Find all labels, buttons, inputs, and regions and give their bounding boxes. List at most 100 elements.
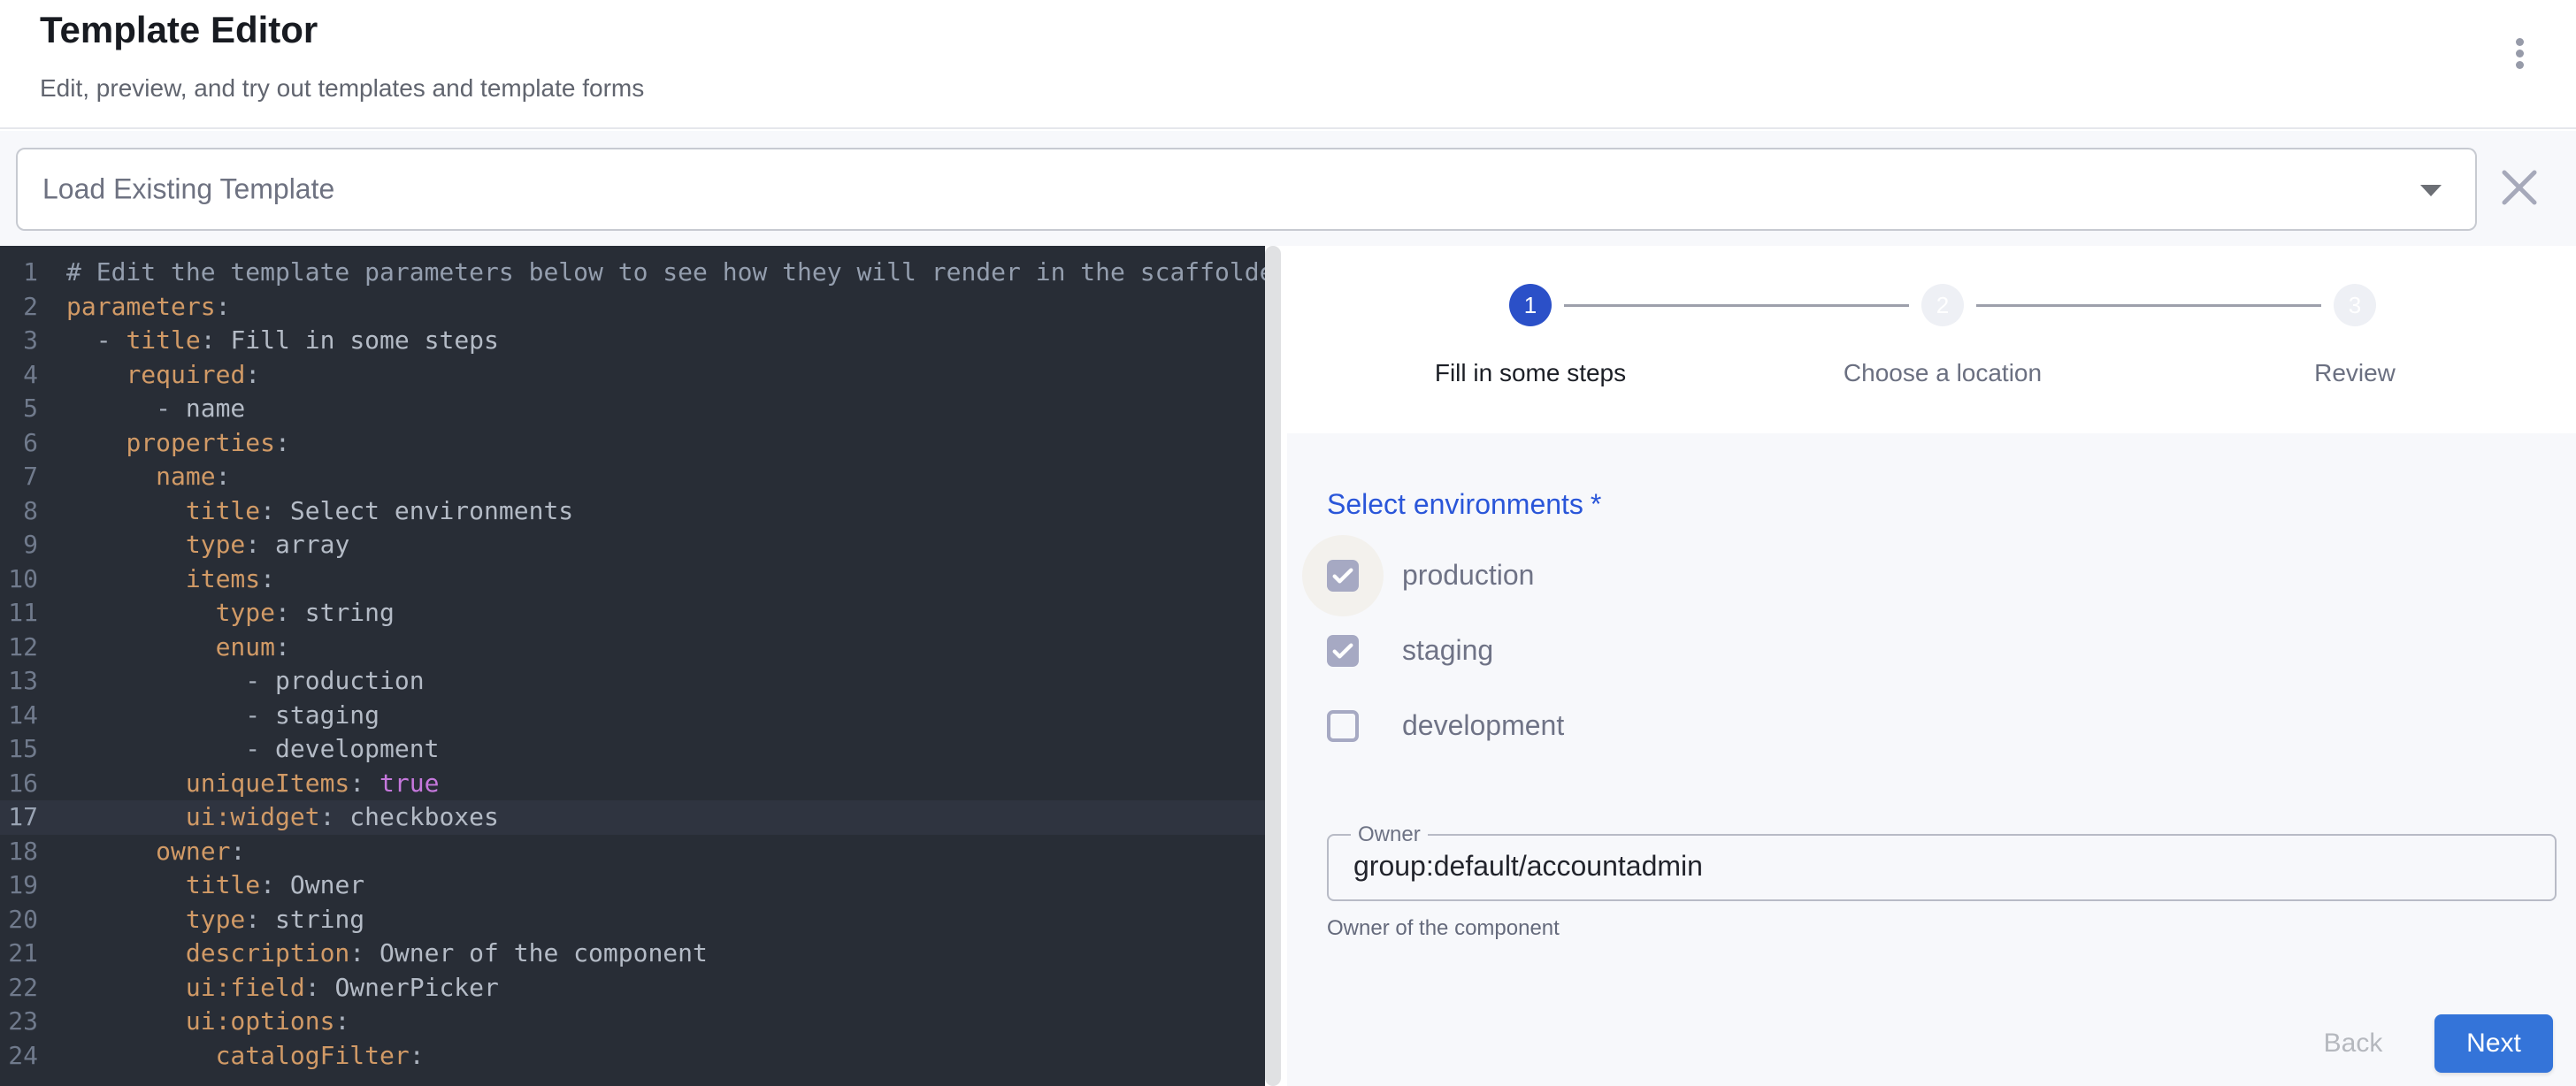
step-form-panel: Select environments* production staging de… bbox=[1287, 433, 2576, 1086]
line-content: - title: Fill in some steps bbox=[38, 324, 499, 358]
code-line[interactable]: 23 ui:options: bbox=[0, 1005, 1265, 1039]
owner-field-label: Owner bbox=[1351, 822, 1428, 847]
line-number: 1 bbox=[0, 256, 38, 290]
code-line[interactable]: 2parameters: bbox=[0, 290, 1265, 325]
line-number: 22 bbox=[0, 971, 38, 1006]
code-line[interactable]: 18 owner: bbox=[0, 835, 1265, 869]
code-editor[interactable]: 1# Edit the template parameters below to… bbox=[0, 246, 1265, 1086]
code-line[interactable]: 20 type: string bbox=[0, 903, 1265, 937]
checkbox-checked-staging[interactable] bbox=[1327, 635, 1359, 667]
chevron-down-icon bbox=[2420, 185, 2442, 196]
step-indicator-2: 2 bbox=[1921, 284, 1964, 326]
line-content: title: Owner bbox=[38, 868, 364, 903]
code-line[interactable]: 17 ui:widget: checkboxes bbox=[0, 800, 1265, 835]
checkbox-label: production bbox=[1402, 559, 1534, 592]
code-line[interactable]: 6 properties: bbox=[0, 426, 1265, 461]
step-connector bbox=[1564, 304, 1909, 307]
line-number: 24 bbox=[0, 1039, 38, 1074]
environments-checkbox-group: production staging development bbox=[1327, 538, 1564, 763]
code-line[interactable]: 14 - staging bbox=[0, 699, 1265, 733]
line-content: - production bbox=[38, 664, 425, 699]
code-line[interactable]: 3 - title: Fill in some steps bbox=[0, 324, 1265, 358]
check-icon bbox=[1329, 562, 1357, 590]
owner-helper-text: Owner of the component bbox=[1327, 916, 1560, 941]
code-line[interactable]: 4 required: bbox=[0, 358, 1265, 393]
code-line[interactable]: 22 ui:field: OwnerPicker bbox=[0, 971, 1265, 1006]
line-content: ui:options: bbox=[38, 1005, 349, 1039]
code-line[interactable]: 19 title: Owner bbox=[0, 868, 1265, 903]
line-number: 11 bbox=[0, 596, 38, 631]
code-line[interactable]: 11 type: string bbox=[0, 596, 1265, 631]
step-indicator-3: 3 bbox=[2334, 284, 2376, 326]
environment-option-production[interactable]: production bbox=[1327, 538, 1564, 613]
environment-option-development[interactable]: development bbox=[1327, 688, 1564, 763]
line-content: - staging bbox=[38, 699, 380, 733]
line-number: 4 bbox=[0, 358, 38, 393]
code-line[interactable]: 12 enum: bbox=[0, 631, 1265, 665]
code-line[interactable]: 10 items: bbox=[0, 562, 1265, 597]
line-number: 9 bbox=[0, 528, 38, 562]
line-content: # Edit the template parameters below to … bbox=[38, 256, 1265, 290]
line-content: enum: bbox=[38, 631, 290, 665]
line-number: 23 bbox=[0, 1005, 38, 1039]
load-template-select[interactable]: Load Existing Template bbox=[16, 148, 2477, 231]
line-number: 17 bbox=[0, 800, 38, 835]
environment-option-staging[interactable]: staging bbox=[1327, 613, 1564, 688]
checkbox-unchecked-development[interactable] bbox=[1327, 710, 1359, 742]
step-connector bbox=[1976, 304, 2321, 307]
code-line[interactable]: 5 - name bbox=[0, 392, 1265, 426]
line-content: description: Owner of the component bbox=[38, 937, 708, 971]
line-content: owner: bbox=[38, 835, 245, 869]
line-number: 3 bbox=[0, 324, 38, 358]
owner-field-value: group:default/accountadmin bbox=[1353, 850, 1703, 883]
checkbox-label: staging bbox=[1402, 634, 1493, 667]
line-number: 8 bbox=[0, 494, 38, 529]
line-content: title: Select environments bbox=[38, 494, 573, 529]
line-content: ui:widget: checkboxes bbox=[38, 800, 499, 835]
line-content: type: array bbox=[38, 528, 349, 562]
code-line[interactable]: 15 - development bbox=[0, 732, 1265, 767]
code-line[interactable]: 7 name: bbox=[0, 460, 1265, 494]
line-content: items: bbox=[38, 562, 275, 597]
page-subtitle: Edit, preview, and try out templates and… bbox=[40, 74, 644, 103]
line-content: properties: bbox=[38, 426, 290, 461]
split-pane-divider[interactable] bbox=[1265, 246, 1281, 1086]
code-line[interactable]: 21 description: Owner of the component bbox=[0, 937, 1265, 971]
line-number: 12 bbox=[0, 631, 38, 665]
step-label-1: Fill in some steps bbox=[1353, 359, 1707, 387]
step-label-2: Choose a location bbox=[1766, 359, 2120, 387]
more-options-button[interactable] bbox=[2498, 30, 2541, 76]
page-header: Template Editor Edit, preview, and try o… bbox=[0, 0, 2576, 129]
line-number: 19 bbox=[0, 868, 38, 903]
line-content: - development bbox=[38, 732, 439, 767]
code-line[interactable]: 8 title: Select environments bbox=[0, 494, 1265, 529]
line-number: 2 bbox=[0, 290, 38, 325]
code-line[interactable]: 13 - production bbox=[0, 664, 1265, 699]
line-content: type: string bbox=[38, 903, 364, 937]
template-preview-pane: 1Fill in some steps2Choose a location3Re… bbox=[1281, 246, 2576, 1086]
line-content: ui:field: OwnerPicker bbox=[38, 971, 499, 1006]
code-line[interactable]: 1# Edit the template parameters below to… bbox=[0, 256, 1265, 290]
line-number: 14 bbox=[0, 699, 38, 733]
line-number: 6 bbox=[0, 426, 38, 461]
code-line[interactable]: 24 catalogFilter: bbox=[0, 1039, 1265, 1074]
line-number: 21 bbox=[0, 937, 38, 971]
line-content: catalogFilter: bbox=[38, 1039, 425, 1074]
required-asterisk: * bbox=[1591, 488, 1601, 520]
more-vert-icon bbox=[2516, 61, 2524, 69]
code-editor-lines: 1# Edit the template parameters below to… bbox=[0, 246, 1265, 1073]
line-content: uniqueItems: true bbox=[38, 767, 439, 801]
next-button[interactable]: Next bbox=[2434, 1014, 2553, 1073]
line-content: name: bbox=[38, 460, 230, 494]
code-line[interactable]: 9 type: array bbox=[0, 528, 1265, 562]
template-editor-page: Template Editor Edit, preview, and try o… bbox=[0, 0, 2576, 1086]
code-line[interactable]: 16 uniqueItems: true bbox=[0, 767, 1265, 801]
checkbox-checked-production[interactable] bbox=[1327, 560, 1359, 592]
back-button[interactable]: Back bbox=[2300, 1014, 2406, 1073]
close-icon bbox=[2498, 166, 2541, 209]
line-content: type: string bbox=[38, 596, 395, 631]
close-template-button[interactable] bbox=[2498, 166, 2541, 209]
load-template-toolbar: Load Existing Template bbox=[0, 131, 2576, 246]
environments-label-text: Select environments bbox=[1327, 488, 1583, 520]
line-content: required: bbox=[38, 358, 260, 393]
